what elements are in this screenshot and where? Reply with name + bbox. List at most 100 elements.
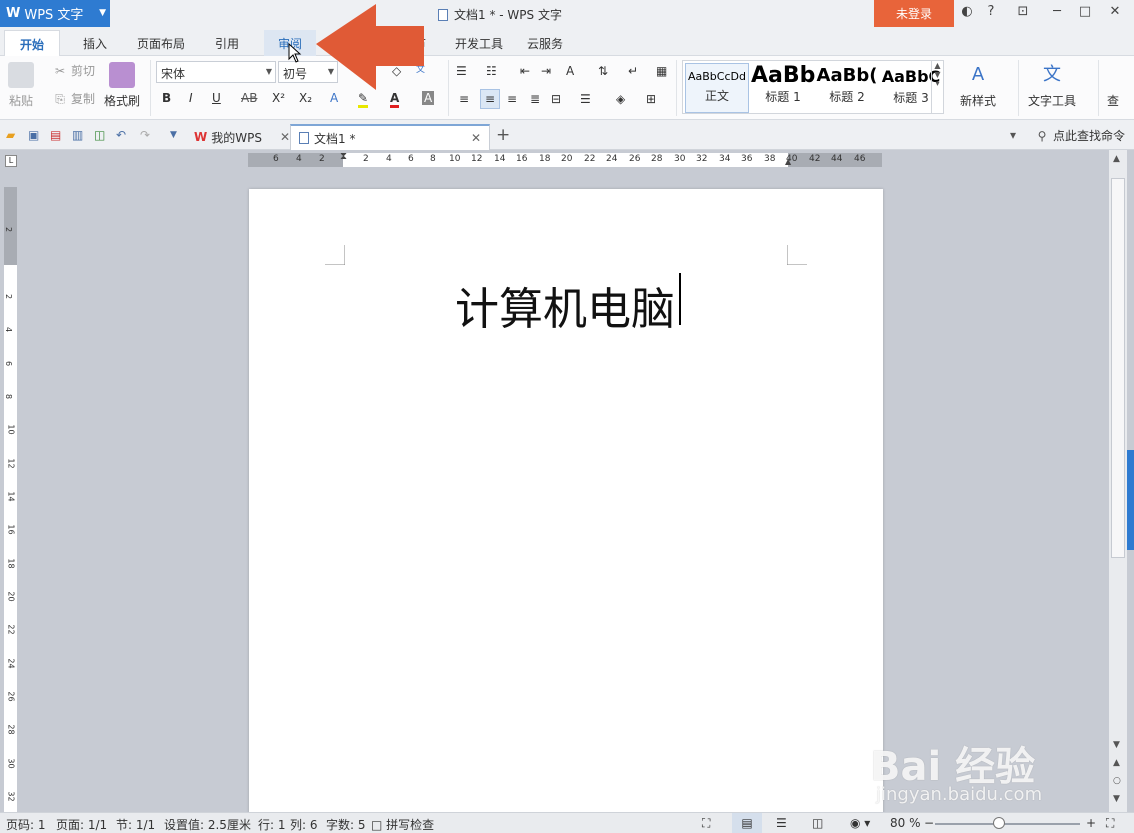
maximize-button[interactable]: □ <box>1074 4 1096 19</box>
web-view-icon[interactable]: ◫ <box>812 816 823 830</box>
subscript-button[interactable]: X₂ <box>299 91 312 105</box>
align-center-icon[interactable]: ≡ <box>480 89 500 109</box>
document-icon <box>299 132 309 144</box>
tab-cloud-service[interactable]: 云服务 <box>527 35 563 52</box>
format-painter-button[interactable]: 格式刷 <box>104 62 140 109</box>
document-text[interactable]: 计算机电脑 <box>455 273 675 337</box>
vertical-scrollbar[interactable]: ▲ ▼ ▲ ○ ▼ <box>1109 150 1127 812</box>
close-button[interactable]: ✕ <box>1104 4 1126 19</box>
undo-icon[interactable]: ↶ <box>116 128 126 142</box>
increase-indent-icon[interactable]: ⇥ <box>541 64 551 78</box>
zoom-slider-thumb[interactable] <box>993 817 1005 829</box>
next-page-icon[interactable]: ▼ <box>1113 794 1120 804</box>
style-gallery-scroll[interactable]: ▲ ▼ ▾ <box>931 61 943 113</box>
underline-button[interactable]: U <box>212 91 221 105</box>
show-marks-icon[interactable]: ↵ <box>628 64 638 78</box>
feedback-icon[interactable]: ▾ <box>1010 128 1016 142</box>
superscript-button[interactable]: X² <box>272 91 285 105</box>
cut-button[interactable]: ✂ 剪切 <box>52 62 95 79</box>
tab-developer[interactable]: 开发工具 <box>455 35 503 52</box>
command-search[interactable]: ⚲ 点此查找命令 <box>1034 127 1125 144</box>
scroll-up-arrow-icon[interactable]: ▲ <box>1113 154 1120 164</box>
wps-icon: W <box>194 130 208 144</box>
fullscreen-icon[interactable]: ⛶ <box>702 816 710 831</box>
sort-icon[interactable]: ⇅ <box>598 64 608 78</box>
style-gallery: AaBbCcDd 正文 AaBb 标题 1 AaBb( 标题 2 AaBbC 标… <box>682 60 944 114</box>
line-spacing-icon[interactable]: ☰ <box>580 92 591 106</box>
justify-icon[interactable]: ≣ <box>530 92 540 106</box>
find-button[interactable]: 查 <box>1107 92 1119 109</box>
copy-button[interactable]: ⎘ 复制 <box>52 90 95 107</box>
distributed-icon[interactable]: ⊟ <box>551 92 561 106</box>
horizontal-ruler[interactable]: 6 4 2 2 4 6 8 10 12 14 16 18 20 22 24 26… <box>248 151 882 167</box>
new-tab-icon[interactable]: + <box>496 125 510 145</box>
table-grid-icon[interactable]: ▦ <box>656 64 667 78</box>
text-tools-button[interactable]: 文 文字工具 <box>1028 62 1076 109</box>
shading-icon[interactable]: ◈ <box>616 92 625 106</box>
right-indent-marker-icon[interactable]: ▲ <box>785 157 791 166</box>
doc-tab-my-wps[interactable]: W 我的WPS ✕ <box>186 124 298 150</box>
bullet-list-icon[interactable]: ☰ <box>456 64 467 78</box>
numbered-list-icon[interactable]: ☷ <box>486 64 497 78</box>
tab-stop-selector[interactable]: L <box>5 155 17 167</box>
align-right-icon[interactable]: ≡ <box>507 92 517 106</box>
divider <box>150 60 151 116</box>
italic-button[interactable]: I <box>189 91 193 105</box>
minimize-button[interactable]: ─ <box>1046 4 1068 19</box>
text-tools-icon: 文 <box>1043 64 1061 85</box>
page-view-icon[interactable]: ▤ <box>732 813 762 833</box>
side-panel-tab[interactable] <box>1127 450 1134 550</box>
brush-icon <box>109 62 135 88</box>
vertical-ruler[interactable]: 2 2 4 6 8 10 12 14 16 18 20 22 24 26 28 … <box>4 187 17 812</box>
decrease-indent-icon[interactable]: ⇤ <box>520 64 530 78</box>
save-icon[interactable]: ▣ <box>28 128 39 142</box>
status-words[interactable]: 字数: 5 <box>326 816 366 833</box>
zoom-level[interactable]: 80 % <box>890 816 921 830</box>
align-left-icon[interactable]: ≡ <box>459 92 469 106</box>
reading-mode-icon[interactable]: ◉ ▾ <box>850 816 870 830</box>
tab-page-layout[interactable]: 页面布局 <box>137 35 185 52</box>
print-preview-icon[interactable]: ◫ <box>94 128 105 142</box>
new-style-icon: A <box>971 64 985 85</box>
borders-icon[interactable]: ⊞ <box>646 92 656 106</box>
prev-page-icon[interactable]: ▲ <box>1113 758 1120 768</box>
pin-icon[interactable]: ⊡ <box>1012 4 1034 19</box>
fit-page-icon[interactable]: ⛶ <box>1106 816 1114 831</box>
help-button[interactable]: ? <box>980 4 1002 19</box>
tab-references[interactable]: 引用 <box>215 35 239 52</box>
chinese-layout-icon[interactable]: A <box>566 64 574 78</box>
spellcheck-toggle[interactable]: □ 拼写检查 <box>371 816 434 833</box>
pdf-export-icon[interactable]: ▤ <box>50 128 61 142</box>
new-style-button[interactable]: A 新样式 <box>960 62 996 109</box>
bold-button[interactable]: B <box>162 91 171 105</box>
indent-marker-icon[interactable]: ⧗ <box>340 151 347 162</box>
status-section: 节: 1/1 <box>116 818 156 832</box>
redo-icon[interactable]: ↷ <box>140 128 150 142</box>
close-tab-icon[interactable]: ✕ <box>471 131 481 145</box>
style-normal[interactable]: AaBbCcDd 正文 <box>685 63 749 113</box>
app-menu-button[interactable]: W WPS 文字 ▼ <box>0 0 110 27</box>
open-folder-icon[interactable]: ▰ <box>6 128 15 142</box>
style-heading-1[interactable]: AaBb 标题 1 <box>751 63 815 113</box>
paste-button[interactable]: 粘贴 <box>8 62 34 109</box>
annotation-arrow <box>316 4 424 90</box>
skin-icon[interactable]: ◐ <box>956 4 978 19</box>
strikethrough-button[interactable]: AB <box>241 91 257 105</box>
zoom-out-icon[interactable]: − <box>924 816 934 830</box>
login-button[interactable]: 未登录 <box>874 0 954 27</box>
scrollbar-thumb[interactable] <box>1111 178 1125 558</box>
tab-home[interactable]: 开始 <box>4 30 61 57</box>
scroll-down-arrow-icon[interactable]: ▼ <box>1113 740 1120 750</box>
zoom-in-icon[interactable]: + <box>1086 816 1096 830</box>
document-page[interactable]: 计算机电脑 <box>249 189 883 814</box>
print-icon[interactable]: ▥ <box>72 128 83 142</box>
customize-chevron-icon[interactable]: ▼ <box>170 130 177 140</box>
font-name-select[interactable]: 宋体 ▼ <box>156 61 276 83</box>
browse-object-icon[interactable]: ○ <box>1113 776 1121 786</box>
zoom-slider[interactable] <box>935 823 1080 825</box>
doc-tab-document1[interactable]: 文档1 * ✕ <box>290 124 490 150</box>
style-heading-2[interactable]: AaBb( 标题 2 <box>815 63 879 113</box>
tab-insert[interactable]: 插入 <box>83 35 107 52</box>
close-tab-icon[interactable]: ✕ <box>280 130 290 144</box>
outline-view-icon[interactable]: ☰ <box>776 816 787 830</box>
